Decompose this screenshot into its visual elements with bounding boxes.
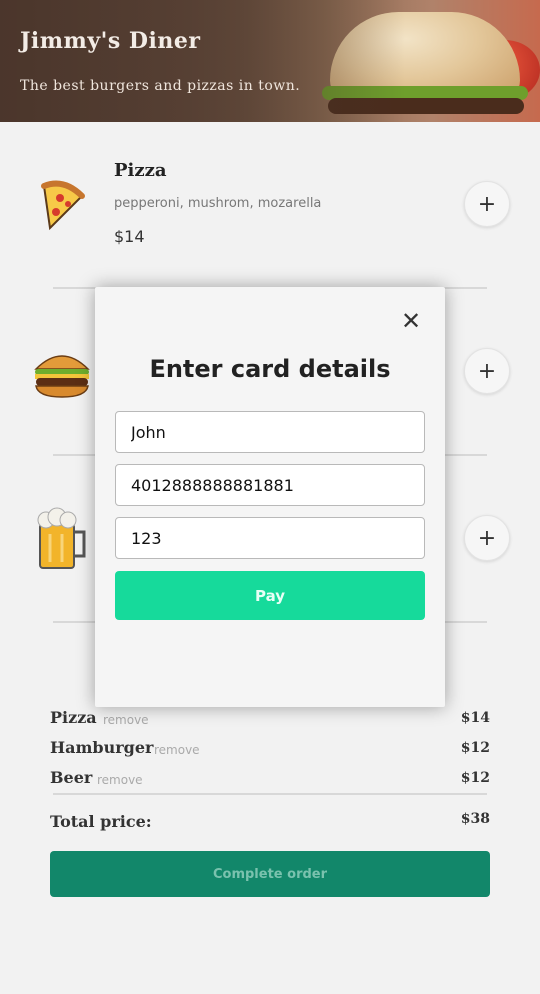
cvv-field[interactable] xyxy=(115,517,425,559)
card-number-field[interactable] xyxy=(115,464,425,506)
pay-button[interactable]: Pay xyxy=(115,571,425,620)
close-icon[interactable]: ✕ xyxy=(399,307,423,335)
card-details-modal: ✕ Enter card details Pay xyxy=(95,287,445,707)
modal-title: Enter card details xyxy=(149,355,391,383)
name-field[interactable] xyxy=(115,411,425,453)
